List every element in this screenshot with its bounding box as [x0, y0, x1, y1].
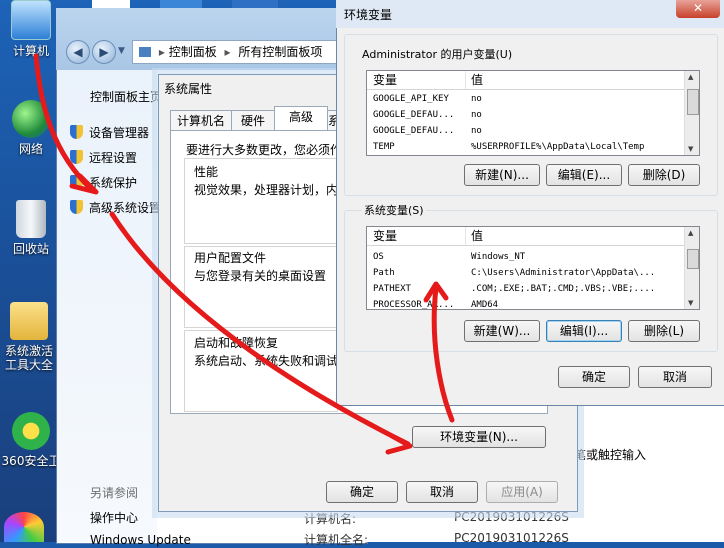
annotation-arrowhead: [385, 433, 413, 455]
annotation-arrow-advanced-to-env: [109, 211, 411, 447]
annotation-arrow-computer-to-advanced: [33, 53, 95, 193]
annotation-arrow-env-to-path: [431, 285, 455, 423]
annotation-overlay: [33, 53, 455, 455]
